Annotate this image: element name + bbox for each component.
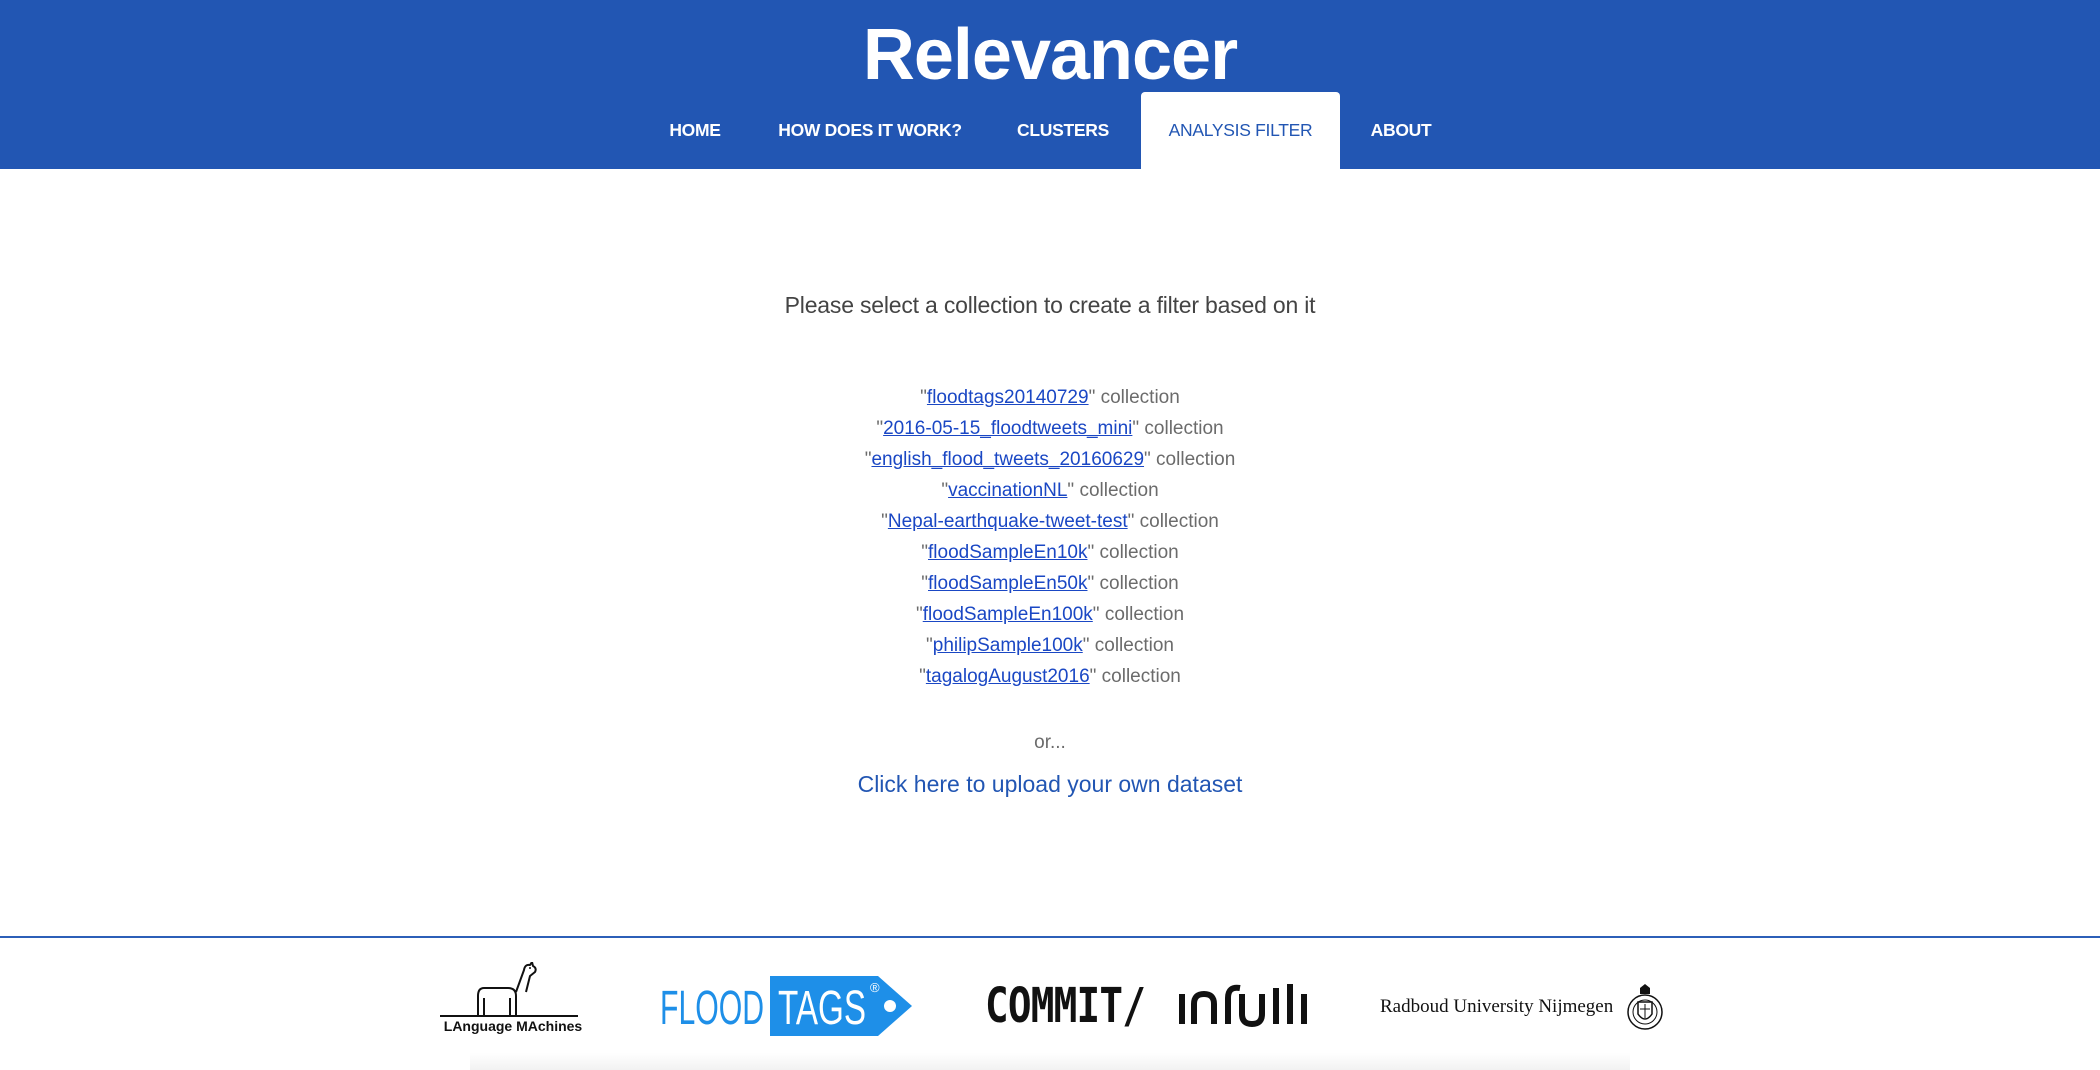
- quote-open: ": [920, 387, 927, 408]
- nav-clusters[interactable]: CLUSTERS: [1005, 92, 1121, 169]
- app-title: Relevancer: [862, 15, 1238, 95]
- radboud-name: Radboud University Nijmegen: [1380, 996, 1614, 1017]
- upload-dataset-link[interactable]: Click here to upload your own dataset: [0, 771, 2100, 798]
- footer-shadow: [470, 1053, 1630, 1070]
- site-footer: LAnguage MAchines FLOOD TAGS ® COMMIT/ R…: [0, 936, 2100, 1070]
- collection-link[interactable]: english_flood_tweets_20160629: [871, 449, 1144, 470]
- quote-open: ": [921, 542, 928, 563]
- nav-analysis-filter[interactable]: ANALYSIS FILTER: [1141, 92, 1340, 169]
- infiniti-logo[interactable]: [1176, 980, 1310, 1030]
- list-item: "vaccinationNL" collection: [0, 475, 2100, 506]
- collection-link[interactable]: vaccinationNL: [948, 480, 1067, 501]
- floodtags-logo[interactable]: FLOOD TAGS ®: [658, 974, 914, 1038]
- radboud-logo[interactable]: Radboud University Nijmegen: [1380, 982, 1665, 1036]
- collection-suffix: " collection: [1088, 387, 1180, 408]
- collection-link[interactable]: floodtags20140729: [927, 387, 1089, 408]
- list-item: "Nepal-earthquake-tweet-test" collection: [0, 506, 2100, 537]
- collection-suffix: " collection: [1127, 511, 1219, 532]
- nav-home[interactable]: HOME: [655, 92, 735, 169]
- or-separator: or...: [1034, 732, 1066, 753]
- registered-mark: ®: [870, 980, 880, 995]
- tag-hole-icon: [884, 1000, 896, 1012]
- floodtags-word-flood: FLOOD: [660, 982, 764, 1035]
- collection-suffix: " collection: [1089, 666, 1181, 687]
- collection-link[interactable]: floodSampleEn50k: [928, 573, 1088, 594]
- page-prompt: Please select a collection to create a f…: [784, 292, 1316, 318]
- collection-link[interactable]: Nepal-earthquake-tweet-test: [888, 511, 1128, 532]
- site-header: Relevancer HOME HOW DOES IT WORK? CLUSTE…: [0, 0, 2100, 169]
- main-nav: HOME HOW DOES IT WORK? CLUSTERS ANALYSIS…: [0, 92, 2100, 169]
- list-item: "floodtags20140729" collection: [0, 382, 2100, 413]
- radboud-seal-icon: [1627, 984, 1663, 1030]
- language-machines-logo[interactable]: LAnguage MAchines: [438, 961, 588, 1044]
- main-content: Please select a collection to create a f…: [0, 169, 2100, 936]
- language-machines-caption: LAnguage MAchines: [443, 1018, 583, 1034]
- collection-suffix: " collection: [1082, 635, 1174, 656]
- quote-open: ": [926, 635, 933, 656]
- collection-suffix: " collection: [1132, 418, 1224, 439]
- collection-list: "floodtags20140729" collection "2016-05-…: [0, 382, 2100, 692]
- list-item: "floodSampleEn10k" collection: [0, 537, 2100, 568]
- list-item: "2016-05-15_floodtweets_mini" collection: [0, 413, 2100, 444]
- floodtags-word-tags: TAGS: [778, 982, 866, 1035]
- quote-open: ": [921, 573, 928, 594]
- llama-icon: [440, 961, 578, 1017]
- collection-link[interactable]: philipSample100k: [933, 635, 1083, 656]
- nav-how-does-it-work[interactable]: HOW DOES IT WORK?: [770, 92, 970, 169]
- list-item: "english_flood_tweets_20160629" collecti…: [0, 444, 2100, 475]
- list-item: "philipSample100k" collection: [0, 630, 2100, 661]
- quote-open: ": [881, 511, 888, 532]
- collection-suffix: " collection: [1067, 480, 1159, 501]
- commit-logo[interactable]: COMMIT/: [985, 978, 1146, 1034]
- collection-suffix: " collection: [1144, 449, 1236, 470]
- collection-suffix: " collection: [1087, 573, 1179, 594]
- collection-link[interactable]: floodSampleEn10k: [928, 542, 1088, 563]
- collection-link[interactable]: 2016-05-15_floodtweets_mini: [883, 418, 1132, 439]
- collection-suffix: " collection: [1092, 604, 1185, 625]
- nav-about[interactable]: ABOUT: [1360, 92, 1442, 169]
- list-item: "floodSampleEn50k" collection: [0, 568, 2100, 599]
- collection-suffix: " collection: [1087, 542, 1179, 563]
- collection-link[interactable]: tagalogAugust2016: [926, 666, 1090, 687]
- collection-link[interactable]: floodSampleEn100k: [923, 604, 1093, 625]
- quote-open: ": [919, 666, 926, 687]
- list-item: "floodSampleEn100k" collection: [0, 599, 2100, 630]
- list-item: "tagalogAugust2016" collection: [0, 661, 2100, 692]
- quote-open: ": [915, 604, 923, 625]
